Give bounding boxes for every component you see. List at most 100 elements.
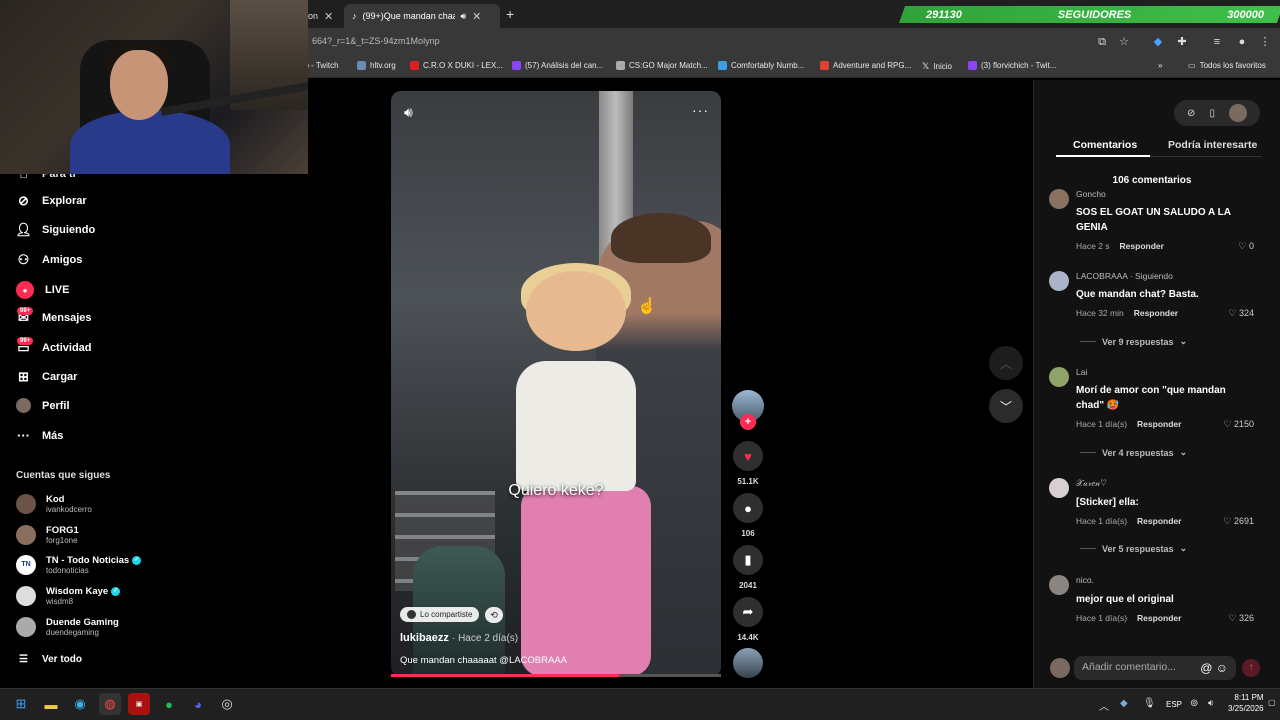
avatar: [16, 494, 36, 514]
chrome-icon[interactable]: ◍: [99, 693, 121, 715]
previous-video-button[interactable]: ︿: [989, 346, 1023, 380]
star-icon: [616, 61, 625, 70]
arrow-up-icon: ↑: [1248, 662, 1254, 673]
bookmark-star-icon[interactable]: ☆: [1117, 35, 1131, 49]
browser-menu-icon[interactable]: ⋮: [1258, 35, 1272, 49]
save-button[interactable]: ▮ 2041: [733, 545, 763, 590]
avatar[interactable]: [1049, 271, 1069, 291]
sidebar-item-profile[interactable]: . Perfil: [16, 398, 70, 413]
followed-account[interactable]: FORG1 forg1one: [16, 525, 79, 545]
new-tab-icon[interactable]: +: [506, 6, 514, 22]
avatar[interactable]: [1049, 189, 1069, 209]
close-tab-icon[interactable]: ✕: [324, 10, 333, 23]
bookmark-item[interactable]: (3) florvichich - Twit...: [968, 61, 1056, 70]
extensions-puzzle-icon[interactable]: ✚: [1175, 35, 1189, 49]
all-favorites[interactable]: ▭ Todos los favoritos: [1188, 61, 1266, 70]
view-replies-button[interactable]: Ver 4 respuestas ⌄: [1080, 447, 1187, 458]
more-options-icon[interactable]: ···: [692, 102, 709, 118]
shared-chip[interactable]: Lo compartiste: [400, 607, 480, 622]
mention-icon[interactable]: @: [1200, 661, 1212, 675]
follow-plus-icon[interactable]: +: [740, 414, 756, 430]
comment-like[interactable]: ♡ 2691: [1223, 516, 1254, 527]
followed-account[interactable]: Wisdom Kaye ✓ wisdm8: [16, 586, 121, 606]
followed-account[interactable]: Duende Gaming duendegaming: [16, 617, 119, 637]
media-control-icon[interactable]: ≡: [1210, 35, 1224, 49]
view-replies-button[interactable]: Ver 5 respuestas ⌄: [1080, 543, 1187, 554]
close-tab-icon[interactable]: ✕: [472, 10, 481, 23]
comment-like[interactable]: ♡ 326: [1228, 613, 1254, 624]
comment-button[interactable]: ● 106: [733, 493, 763, 538]
tab-title: on: [308, 11, 319, 21]
windows-start-icon[interactable]: ⊞: [10, 693, 32, 715]
comment-like[interactable]: ♡ 2150: [1223, 419, 1254, 430]
discord-icon[interactable]: ◕: [187, 693, 209, 715]
tab-comments[interactable]: Comentarios: [1073, 139, 1137, 151]
browser-tab-active[interactable]: ♪ (99+)Que mandan chaaaa 🔊︎ ✕: [344, 4, 500, 28]
bookmark-item[interactable]: CS:GO Major Match...: [616, 61, 708, 70]
system-clock[interactable]: 8:11 PM 3/25/2026: [1228, 692, 1264, 714]
send-comment-button[interactable]: ↑: [1242, 659, 1260, 677]
edge-browser-icon[interactable]: ◉: [69, 693, 91, 715]
spotify-icon[interactable]: ●: [158, 693, 180, 715]
comment-like[interactable]: ♡ 0: [1238, 241, 1254, 252]
bookmark-icon: [820, 61, 829, 70]
app-icon[interactable]: ▣: [128, 693, 150, 715]
bookmark-item[interactable]: C.R.O X DUKI - LEX...: [410, 61, 503, 70]
file-explorer-icon[interactable]: ▬: [40, 693, 62, 715]
avatar[interactable]: [1049, 367, 1069, 387]
profile-icon[interactable]: ●: [1235, 35, 1249, 49]
sidebar-item-more[interactable]: ··· Más: [16, 428, 63, 443]
sidebar-item-live[interactable]: ● LIVE: [16, 281, 69, 299]
speaker-icon[interactable]: 🔊︎: [461, 11, 467, 22]
user-avatar[interactable]: [1228, 104, 1247, 122]
next-video-button[interactable]: ﹀: [989, 389, 1023, 423]
reply-button[interactable]: Responder: [1137, 419, 1181, 429]
install-app-icon[interactable]: ⧉: [1095, 35, 1109, 49]
tab-recommended[interactable]: Podría interesarte: [1168, 139, 1257, 151]
share-button[interactable]: ➦ 14.4K: [733, 597, 763, 642]
bookmark-item[interactable]: Comfortably Numb...: [718, 61, 804, 70]
video-progress-bar[interactable]: [391, 674, 721, 677]
microphone-icon[interactable]: 🎙︎: [1143, 698, 1156, 709]
wifi-icon[interactable]: ⊚: [1190, 698, 1198, 709]
compass-icon[interactable]: ⊘: [1187, 108, 1195, 119]
emoji-icon[interactable]: ☺: [1216, 661, 1228, 675]
reply-button[interactable]: Responder: [1120, 241, 1164, 251]
reply-button[interactable]: Responder: [1134, 308, 1178, 318]
bookmarks-overflow-icon[interactable]: »: [1158, 61, 1162, 70]
view-replies-button[interactable]: Ver 9 respuestas ⌄: [1080, 336, 1187, 347]
followers-goal-value: 300000: [1227, 8, 1264, 21]
add-comment-input[interactable]: Añadir comentario... @ ☺: [1074, 656, 1236, 680]
sidebar-item-following[interactable]: 👤︎ Siguiendo: [15, 222, 95, 237]
see-all-button[interactable]: ☰ Ver todo: [16, 652, 82, 667]
sidebar-item-explore[interactable]: ⊘ Explorar: [16, 193, 87, 208]
phone-icon[interactable]: ▯: [1209, 108, 1215, 119]
avatar[interactable]: [1049, 478, 1069, 498]
video-author[interactable]: lukibaezz · Hace 2 día(s): [400, 632, 518, 644]
bookmark-item[interactable]: 𝕏 Inicio: [922, 61, 952, 72]
reply-button[interactable]: Responder: [1137, 613, 1181, 623]
followed-account[interactable]: TN TN - Todo Noticias ✓ todonoticias: [16, 555, 142, 575]
comment-like[interactable]: ♡ 324: [1228, 308, 1254, 319]
address-bar[interactable]: 664?_r=1&_t=ZS-94zm1Molynp: [312, 36, 440, 46]
keyboard-language[interactable]: ESP: [1166, 700, 1182, 709]
extension-icon[interactable]: ◆: [1151, 35, 1165, 49]
tray-overflow-icon[interactable]: ︿: [1099, 698, 1109, 713]
app-icon[interactable]: ◎: [216, 693, 238, 715]
bookmark-item[interactable]: Adventure and RPG...: [820, 61, 911, 70]
notification-icon[interactable]: ▢: [1268, 698, 1276, 707]
tray-app-icon[interactable]: ◆: [1120, 698, 1128, 709]
avatar[interactable]: [1049, 575, 1069, 595]
volume-icon[interactable]: 🔉︎: [1208, 698, 1214, 709]
reply-button[interactable]: Responder: [1137, 516, 1181, 526]
volume-icon[interactable]: 🔊︎: [404, 104, 413, 121]
next-video-thumbnail[interactable]: [733, 648, 763, 678]
bookmark-item[interactable]: hltv.org: [357, 61, 396, 70]
repost-icon[interactable]: ⟲: [485, 607, 503, 623]
followed-account[interactable]: Kod ivankodcerro: [16, 494, 92, 514]
like-button[interactable]: ♥ 51.1K: [733, 441, 763, 486]
video-player[interactable]: [391, 91, 721, 677]
bookmark-item[interactable]: (57) Análisis del can...: [512, 61, 603, 70]
sidebar-item-upload[interactable]: ⊞ Cargar: [16, 369, 77, 384]
sidebar-item-friends[interactable]: ⚇ Amigos: [16, 252, 83, 267]
